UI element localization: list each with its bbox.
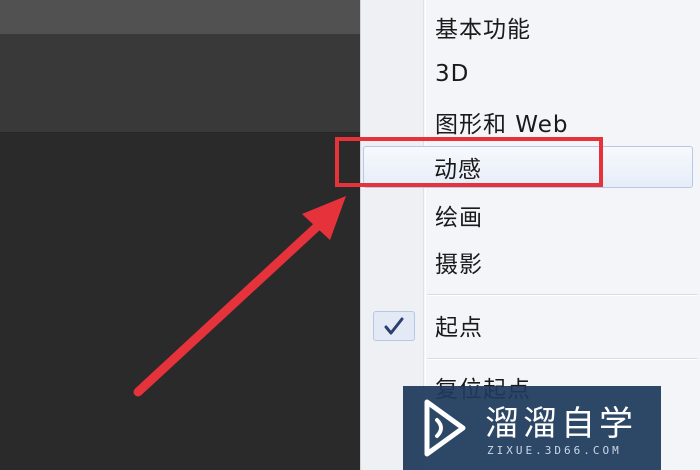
watermark-subtitle: ZIXUE.3D66.COM [487, 444, 622, 457]
play-logo-icon [424, 399, 466, 457]
watermark-title: 溜溜自学 [485, 404, 637, 444]
watermark: 溜溜自学 ZIXUE.3D66.COM [403, 386, 661, 470]
